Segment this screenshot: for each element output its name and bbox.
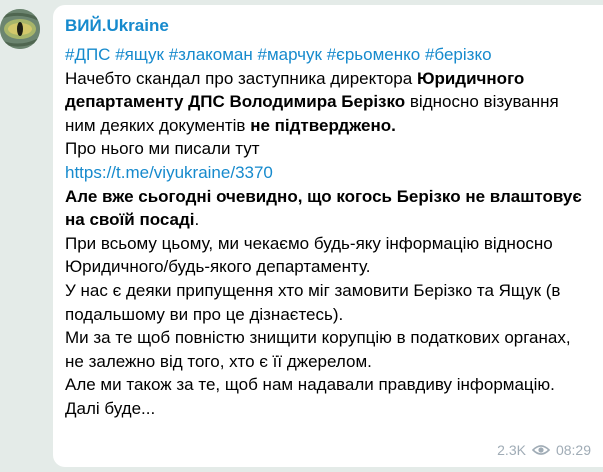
hashtag-line: #ДПС #ящук #злакоман #марчук #єрьоменко … (65, 43, 591, 67)
message-link[interactable]: https://t.me/viyukraine/3370 (65, 163, 273, 182)
hashtag[interactable]: #марчук (258, 45, 322, 64)
bold-text: Але вже сьогодні очевидно, що когось Бер… (65, 186, 582, 230)
link-line: https://t.me/viyukraine/3370 (65, 161, 591, 185)
bold-text: не підтверджено. (250, 115, 396, 135)
views-count: 2.3K (497, 442, 526, 458)
message-bubble[interactable]: ВИЙ.Ukraine #ДПС #ящук #злакоман #марчук… (53, 5, 603, 467)
message-text: #ДПС #ящук #злакоман #марчук #єрьоменко … (65, 43, 591, 421)
channel-avatar[interactable] (0, 9, 40, 49)
paragraph-assumptions: У нас є деяки припущення хто міг замовит… (65, 280, 561, 324)
text-span: Начебто скандал про заступника директора (65, 68, 417, 88)
paragraph-scandal: Начебто скандал про заступника директора… (65, 67, 591, 138)
hashtag[interactable]: #ДПС (65, 45, 110, 64)
paragraph-corruption: Ми за те щоб повністю знищити корупцію в… (65, 328, 571, 371)
paragraph-to-be-continued: Далі буде... (65, 398, 156, 418)
channel-name[interactable]: ВИЙ.Ukraine (65, 15, 591, 37)
paragraph-wrote-about: Про нього ми писали тут (65, 139, 260, 159)
hashtag[interactable]: #єрьоменко (327, 45, 421, 64)
paragraph-truth: Але ми також за те, щоб нам надавали пра… (65, 375, 555, 395)
hashtag[interactable]: #злакоман (169, 45, 253, 64)
paragraph-obvious: Але вже сьогодні очевидно, що когось Бер… (65, 185, 591, 232)
avatar-image (0, 9, 40, 49)
paragraph-waiting: При всьому цьому, ми чекаємо будь-яку ін… (65, 233, 553, 277)
message-meta: 2.3K 08:29 (497, 441, 591, 459)
hashtag[interactable]: #берізко (425, 45, 492, 64)
text-span: . (194, 210, 200, 230)
message-time: 08:29 (555, 442, 591, 458)
eye-icon (531, 444, 550, 456)
hashtag[interactable]: #ящук (115, 45, 164, 64)
